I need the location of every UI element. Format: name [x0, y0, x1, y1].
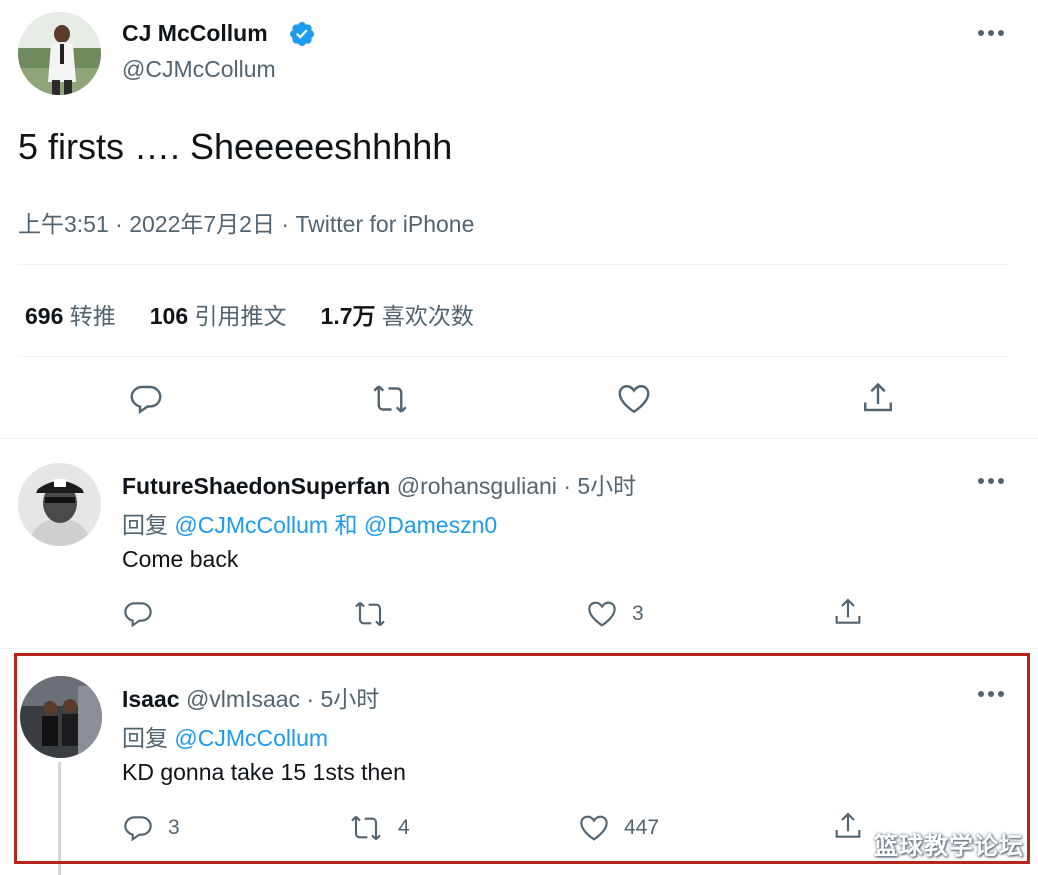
avatar-cj[interactable] [18, 12, 101, 95]
reply-author-name[interactable]: Isaac [122, 686, 180, 712]
retweet-button[interactable] [370, 381, 410, 417]
retweet-button[interactable] [352, 598, 402, 630]
like-button[interactable]: 3 [586, 598, 644, 630]
author-handle[interactable]: @CJMcCollum [122, 56, 276, 83]
reply-author-handle[interactable]: @vlmIsaac [186, 686, 300, 712]
like-button[interactable]: 447 [578, 812, 659, 844]
replying-to: 回复 @CJMcCollum 和 @Dameszn0 [122, 506, 497, 540]
reply-text: KD gonna take 15 1sts then [122, 759, 406, 785]
likes-count: 1.7万 [320, 303, 376, 329]
share-button[interactable] [832, 596, 864, 628]
more-options-icon[interactable] [978, 30, 1004, 36]
reply-button[interactable] [128, 381, 164, 417]
mention-conjunction: 和 [334, 512, 358, 538]
divider [18, 264, 1008, 265]
quotes-count: 106 [149, 303, 189, 329]
thread-line [58, 762, 61, 875]
divider [0, 648, 1038, 649]
author-name[interactable]: CJ McCollum [122, 20, 268, 47]
likes-label: 喜欢次数 [381, 303, 474, 329]
retweet-icon [351, 815, 381, 841]
mention-link[interactable]: @CJMcCollum [174, 725, 328, 751]
reply-icon [130, 385, 162, 415]
retweet-icon [373, 385, 407, 413]
watermark: 篮球教学论坛 [874, 833, 1024, 860]
tweet-meta: 上午3:51 · 2022年7月2日 · Twitter for iPhone [18, 211, 475, 237]
like-count: 447 [624, 816, 660, 839]
reply-prefix: 回复 [122, 725, 168, 751]
reply-icon [124, 602, 152, 628]
reply-header: Isaac @vlmIsaac · 5小时 [122, 680, 379, 714]
likes-stat[interactable]: 1.7万 喜欢次数 [321, 297, 474, 331]
avatar[interactable] [18, 463, 101, 546]
reply-button[interactable]: 3 [122, 812, 180, 844]
quotes-label: 引用推文 [194, 303, 287, 329]
share-icon [835, 812, 861, 838]
share-button[interactable] [860, 380, 896, 416]
divider [0, 438, 1038, 439]
reply-time[interactable]: · 5小时 [306, 686, 379, 712]
reply-icon [124, 816, 152, 842]
divider [18, 356, 1008, 357]
more-options-icon[interactable] [978, 478, 1004, 484]
reply-text: Come back [122, 546, 239, 572]
like-icon [588, 601, 616, 627]
retweets-label: 转推 [69, 303, 116, 329]
share-icon [864, 382, 892, 412]
mention-link[interactable]: @Dameszn0 [364, 512, 497, 538]
reply-prefix: 回复 [122, 512, 168, 538]
more-options-icon[interactable] [978, 691, 1004, 697]
reply-button[interactable] [122, 598, 168, 630]
mention-link[interactable]: @CJMcCollum [174, 512, 328, 538]
like-icon [618, 385, 650, 414]
verified-badge-icon [288, 20, 316, 48]
like-icon [580, 815, 608, 841]
retweet-count: 4 [398, 816, 410, 839]
like-button[interactable] [616, 381, 652, 417]
tweet-stats: 696 转推 106 引用推文 1.7万 喜欢次数 [25, 297, 474, 331]
reply-author-name[interactable]: FutureShaedonSuperfan [122, 473, 390, 499]
retweets-stat[interactable]: 696 转推 [25, 297, 116, 331]
share-button[interactable] [832, 810, 864, 842]
retweets-count: 696 [25, 303, 64, 329]
like-count: 3 [632, 602, 644, 625]
share-icon [835, 598, 861, 624]
reply-header: FutureShaedonSuperfan @rohansguliani · 5… [122, 467, 636, 501]
tweet-text: 5 firsts …. Sheeeeeshhhhh [18, 126, 453, 167]
quotes-stat[interactable]: 106 引用推文 [150, 297, 287, 331]
avatar[interactable] [20, 676, 102, 758]
reply-time[interactable]: · 5小时 [563, 473, 636, 499]
replying-to: 回复 @CJMcCollum [122, 719, 328, 753]
retweet-icon [355, 601, 385, 627]
reply-count: 3 [168, 816, 180, 839]
reply-author-handle[interactable]: @rohansguliani [397, 473, 557, 499]
retweet-button[interactable]: 4 [348, 812, 410, 844]
